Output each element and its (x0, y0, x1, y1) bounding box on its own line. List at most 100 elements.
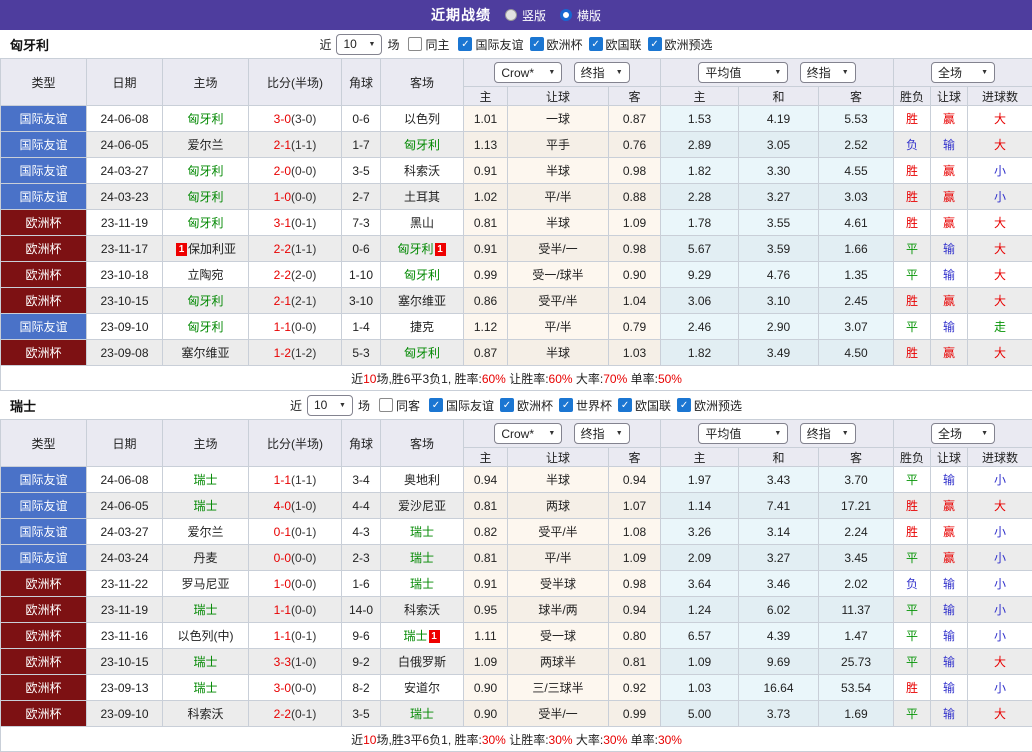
avg-away-cell: 3.07 (819, 314, 894, 340)
avg-away-cell: 2.52 (819, 132, 894, 158)
away-team-cell: 匈牙利 (381, 132, 464, 158)
summary-part: 10 (363, 372, 376, 386)
fullmatch-select[interactable]: 全场 ▼ (931, 62, 995, 83)
avg-home-cell: 1.78 (661, 210, 739, 236)
result-wdl-cell: 胜 (894, 519, 931, 545)
league-badge: 欧洲杯 (1, 210, 87, 236)
result-handicap-cell: 输 (931, 597, 968, 623)
result-wdl-cell: 平 (894, 649, 931, 675)
match-date-cell: 24-03-27 (87, 158, 163, 184)
team-name-text: 白俄罗斯 (398, 655, 446, 669)
team-name-text: 以色列(中) (178, 629, 234, 643)
league-filter-checkbox[interactable]: ✓欧国联 (589, 36, 642, 53)
checkbox-checked-icon[interactable]: ✓ (500, 398, 514, 412)
same-venue-checkbox[interactable]: 同客 (379, 397, 420, 414)
layout-vertical-radio[interactable]: 竖版 (505, 7, 546, 24)
average-final-select[interactable]: 终指 ▼ (800, 62, 856, 83)
results-body: 国际友谊24-06-08瑞士1-1(1-1)3-4奥地利0.94半球0.941.… (1, 467, 1032, 727)
odds-source-select[interactable]: Crow* ▼ (494, 423, 562, 444)
checkbox-checked-icon[interactable]: ✓ (677, 398, 691, 412)
table-row: 欧洲杯23-11-171保加利亚2-2(1-1)0-6匈牙利10.91受半/一0… (1, 236, 1032, 262)
away-team-cell: 捷克 (381, 314, 464, 340)
average-select[interactable]: 平均值 ▼ (698, 62, 788, 83)
home-team-cell: 爱尔兰 (163, 519, 249, 545)
odds-final-select[interactable]: 终指 ▼ (574, 62, 630, 83)
match-date-cell: 23-09-10 (87, 701, 163, 727)
corner-cell: 2-3 (342, 545, 381, 571)
league-filter-label: 欧洲预选 (694, 397, 742, 414)
red-card-badge: 1 (429, 630, 440, 643)
same-venue-label: 同主 (425, 36, 449, 53)
layout-horizontal-radio[interactable]: 横版 (560, 7, 601, 24)
match-count-select[interactable]: 10 ▼ (307, 395, 353, 416)
halftime-score: (0-0) (291, 551, 316, 565)
chevron-down-icon: ▼ (369, 41, 376, 48)
summary-part: 60% (482, 372, 506, 386)
score-cell: 2-2(1-1) (249, 236, 342, 262)
radio-selected-icon[interactable] (560, 9, 572, 21)
average-group-header: 平均值 ▼ 终指 ▼ (661, 59, 894, 87)
odds-home-cell: 0.81 (464, 493, 508, 519)
odds-away-cell: 0.79 (609, 314, 661, 340)
checkbox-checked-icon[interactable]: ✓ (589, 37, 603, 51)
chevron-down-icon: ▼ (616, 69, 623, 76)
avg-home-cell: 3.64 (661, 571, 739, 597)
league-filter-checkbox[interactable]: ✓欧洲杯 (530, 36, 583, 53)
table-row: 欧洲杯23-11-22罗马尼亚1-0(0-0)1-6瑞士0.91受半球0.983… (1, 571, 1032, 597)
fulltime-score: 2-2 (274, 268, 291, 282)
fulltime-score: 2-2 (274, 242, 291, 256)
home-team-cell: 匈牙利 (163, 106, 249, 132)
odds-source-select[interactable]: Crow* ▼ (494, 62, 562, 83)
odds-home-cell: 0.81 (464, 545, 508, 571)
odds-home-cell: 0.91 (464, 571, 508, 597)
league-filter-checkbox[interactable]: ✓国际友谊 (458, 36, 523, 53)
subcol-avg-away: 客 (819, 448, 894, 467)
result-handicap-cell: 赢 (931, 210, 968, 236)
table-row: 国际友谊24-06-05爱尔兰2-1(1-1)1-7匈牙利1.13平手0.762… (1, 132, 1032, 158)
league-filter-checkbox[interactable]: ✓欧洲杯 (500, 397, 553, 414)
result-wdl-cell: 胜 (894, 340, 931, 366)
checkbox-checked-icon[interactable]: ✓ (458, 37, 472, 51)
league-filter-checkbox[interactable]: ✓世界杯 (559, 397, 612, 414)
league-filter-checkbox[interactable]: ✓欧国联 (618, 397, 671, 414)
odds-final-select[interactable]: 终指 ▼ (574, 423, 630, 444)
checkbox-checked-icon[interactable]: ✓ (559, 398, 573, 412)
result-wdl-cell: 平 (894, 701, 931, 727)
league-filter-checkbox[interactable]: ✓国际友谊 (429, 397, 494, 414)
odds-handicap-cell: 半球 (508, 467, 609, 493)
fullmatch-select[interactable]: 全场 ▼ (931, 423, 995, 444)
checkbox-unchecked-icon[interactable] (379, 398, 393, 412)
odds-away-cell: 1.04 (609, 288, 661, 314)
home-team-cell: 瑞士 (163, 597, 249, 623)
score-cell: 2-1(1-1) (249, 132, 342, 158)
odds-handicap-cell: 平/半 (508, 184, 609, 210)
team-name-text: 匈牙利 (397, 242, 433, 256)
checkbox-unchecked-icon[interactable] (408, 37, 422, 51)
corner-cell: 9-2 (342, 649, 381, 675)
odds-home-cell: 0.90 (464, 675, 508, 701)
odds-away-cell: 0.80 (609, 623, 661, 649)
result-goals-cell: 小 (968, 675, 1032, 701)
league-filter-label: 国际友谊 (475, 36, 523, 53)
avg-away-cell: 1.35 (819, 262, 894, 288)
league-filter-checkbox[interactable]: ✓欧洲预选 (677, 397, 742, 414)
checkbox-checked-icon[interactable]: ✓ (648, 37, 662, 51)
match-count-select[interactable]: 10 ▼ (336, 34, 382, 55)
radio-unselected-icon[interactable] (505, 9, 517, 21)
halftime-score: (1-0) (291, 655, 316, 669)
checkbox-checked-icon[interactable]: ✓ (429, 398, 443, 412)
league-badge: 欧洲杯 (1, 288, 87, 314)
team-name-text: 塞尔维亚 (181, 346, 229, 360)
away-team-cell: 瑞士 (381, 545, 464, 571)
fulltime-score: 2-1 (274, 294, 291, 308)
checkbox-checked-icon[interactable]: ✓ (530, 37, 544, 51)
average-select[interactable]: 平均值 ▼ (698, 423, 788, 444)
table-row: 欧洲杯23-11-16以色列(中)1-1(0-1)9-6瑞士11.11受一球0.… (1, 623, 1032, 649)
avg-home-cell: 1.82 (661, 340, 739, 366)
average-final-select[interactable]: 终指 ▼ (800, 423, 856, 444)
avg-away-cell: 5.53 (819, 106, 894, 132)
league-filter-checkbox[interactable]: ✓欧洲预选 (648, 36, 713, 53)
table-row: 欧洲杯23-10-18立陶宛2-2(2-0)1-10匈牙利0.99受一/球半0.… (1, 262, 1032, 288)
same-venue-checkbox[interactable]: 同主 (408, 36, 449, 53)
checkbox-checked-icon[interactable]: ✓ (618, 398, 632, 412)
